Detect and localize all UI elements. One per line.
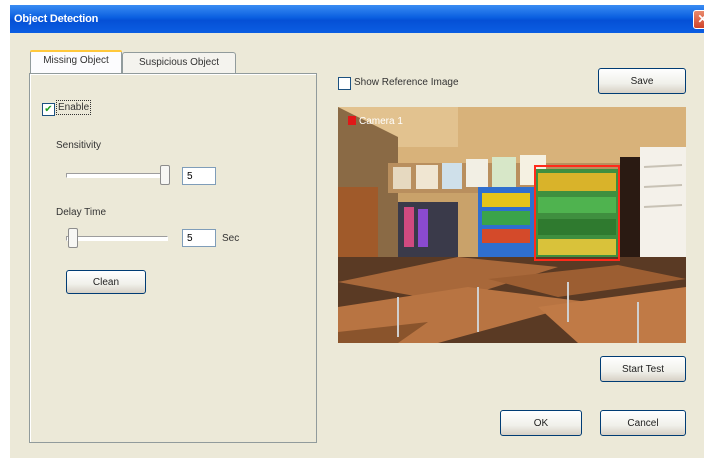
sensitivity-label: Sensitivity — [56, 140, 102, 151]
clean-button[interactable]: Clean — [66, 270, 146, 294]
start-test-button[interactable]: Start Test — [600, 356, 686, 382]
delay-slider-thumb[interactable] — [68, 228, 78, 248]
tab-missing-object-label: Missing Object — [43, 55, 109, 66]
missing-object-panel: ✔ Enable Sensitivity 5 Delay Time 5 Sec … — [29, 73, 317, 443]
close-icon[interactable]: ✕ — [693, 10, 704, 29]
delay-time-label: Delay Time — [56, 207, 107, 218]
show-reference-label[interactable]: Show Reference Image — [354, 77, 459, 88]
camera-preview[interactable]: Camera 1 — [338, 107, 686, 343]
ok-button[interactable]: OK — [500, 410, 582, 436]
camera-flag-icon — [348, 116, 356, 125]
enable-checkbox[interactable]: ✔ — [42, 103, 55, 116]
sensitivity-slider-track[interactable] — [66, 173, 168, 178]
tab-suspicious-object[interactable]: Suspicious Object — [122, 52, 236, 73]
detection-region[interactable] — [534, 165, 620, 261]
sensitivity-slider-thumb[interactable] — [160, 165, 170, 185]
camera-label: Camera 1 — [348, 116, 403, 127]
tab-suspicious-object-label: Suspicious Object — [138, 57, 220, 68]
delay-value-field[interactable]: 5 — [182, 229, 216, 247]
delay-slider-track[interactable] — [66, 236, 168, 241]
object-detection-dialog: Object Detection ✕ Missing Object Suspic… — [10, 5, 704, 458]
title-bar[interactable]: Object Detection ✕ — [10, 5, 704, 33]
enable-label[interactable]: Enable — [55, 100, 92, 115]
window-title: Object Detection — [14, 13, 99, 25]
camera-name: Camera 1 — [359, 116, 403, 127]
classroom-image — [338, 107, 686, 343]
tab-missing-object[interactable]: Missing Object — [30, 50, 122, 73]
cancel-button[interactable]: Cancel — [600, 410, 686, 436]
sensitivity-value-field[interactable]: 5 — [182, 167, 216, 185]
show-reference-checkbox[interactable] — [338, 77, 351, 90]
save-button[interactable]: Save — [598, 68, 686, 94]
delay-unit-label: Sec — [222, 233, 240, 244]
